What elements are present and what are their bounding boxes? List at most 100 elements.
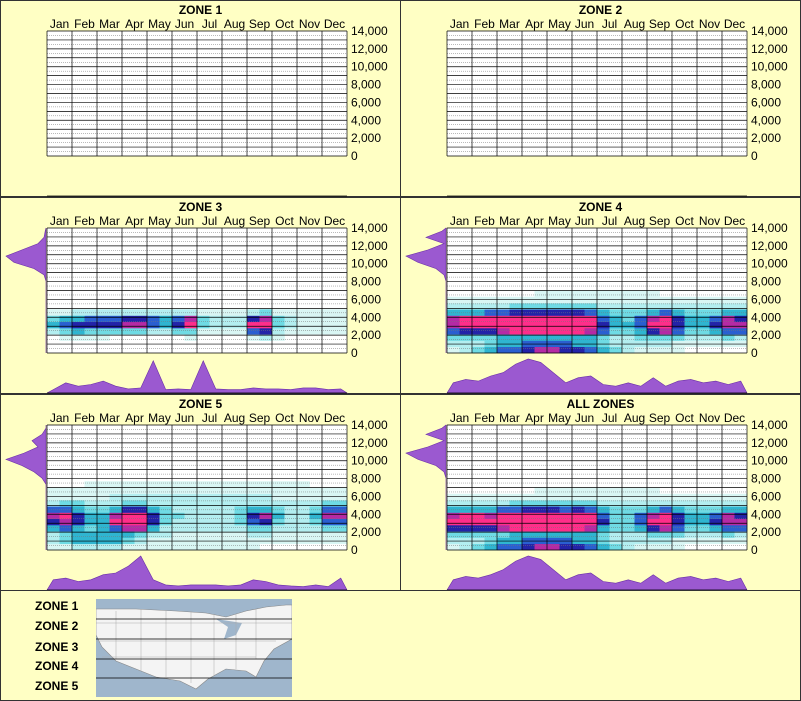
month-tick-label: Jul — [602, 214, 617, 228]
heatmap-cell — [609, 506, 623, 513]
heatmap-cell — [559, 346, 573, 354]
heatmap-cell — [222, 328, 235, 335]
heatmap-cell — [684, 493, 698, 501]
heatmap-cell — [447, 525, 460, 532]
heatmap-cell — [634, 543, 648, 551]
heatmap-cell — [297, 321, 310, 329]
heatmap-cell — [184, 506, 198, 513]
heatmap-cell — [484, 309, 498, 316]
heatmap-cell — [334, 506, 348, 513]
heatmap-cell — [734, 506, 748, 513]
heatmap-cell — [634, 506, 648, 513]
heatmap-cell — [272, 487, 285, 495]
heatmap-cell — [234, 518, 248, 526]
heatmap-cell — [47, 315, 60, 323]
heatmap-cell — [159, 506, 173, 513]
heatmap-cell — [709, 525, 723, 532]
heatmap-cell — [472, 493, 485, 501]
heatmap-cell — [222, 506, 235, 513]
month-tick-label: Jun — [175, 214, 194, 228]
month-tick-label: Jan — [450, 214, 469, 228]
heatmap-cell — [559, 296, 573, 304]
heatmap-cell — [109, 309, 123, 316]
heatmap-cell — [334, 328, 348, 335]
heatmap-cell — [47, 512, 60, 520]
heatmap-cell — [509, 309, 523, 316]
heatmap-cell — [497, 321, 510, 329]
heatmap-cell — [172, 525, 185, 532]
heatmap-cell — [84, 512, 98, 520]
heatmap-cell — [609, 346, 623, 354]
heatmap-cell — [609, 296, 623, 304]
heatmap-cell — [284, 487, 298, 495]
month-tick-label: Jun — [175, 17, 194, 31]
month-tick-label: Aug — [224, 214, 245, 228]
heatmap-cell — [47, 487, 60, 495]
heatmap-cell — [222, 518, 235, 526]
heatmap-cell — [197, 309, 210, 316]
y-tick-label: 8,000 — [351, 275, 381, 289]
heatmap-cell — [472, 518, 485, 526]
heatmap-cell — [647, 290, 660, 298]
heatmap-cell — [222, 525, 235, 532]
heatmap-cell — [259, 506, 273, 513]
y-tick-label: 2,000 — [751, 328, 781, 342]
heatmap-cell — [584, 506, 598, 513]
heatmap-cell — [484, 328, 498, 335]
heatmap-cell — [334, 309, 348, 316]
heatmap-cell — [672, 493, 685, 501]
heatmap-cell — [272, 525, 285, 532]
heatmap-cell — [459, 543, 473, 551]
heatmap-cell — [247, 525, 260, 532]
heatmap-cell — [597, 290, 610, 298]
heatmap-cell — [647, 543, 660, 551]
heatmap-cell — [134, 309, 148, 316]
heatmap-cell — [247, 481, 260, 488]
heatmap-cell — [634, 296, 648, 304]
heatmap-cell — [484, 493, 498, 501]
heatmap-cell — [47, 543, 60, 551]
heatmap-cell — [72, 518, 85, 526]
month-tick-label: Oct — [275, 411, 294, 425]
heatmap-cell — [534, 296, 548, 304]
heatmap-cell — [472, 309, 485, 316]
heatmap-cell — [147, 506, 160, 513]
heatmap-cell — [709, 493, 723, 501]
monthly-profile — [46, 359, 349, 394]
heatmap-cell — [122, 506, 135, 513]
month-tick-label: Sep — [649, 17, 671, 31]
heatmap-cell — [234, 328, 248, 335]
heatmap-cell — [197, 328, 210, 335]
heatmap-cell — [547, 290, 560, 298]
heatmap-cell — [97, 481, 110, 488]
month-tick-label: Apr — [525, 17, 544, 31]
heatmap-cell — [234, 321, 248, 329]
heatmap-cell — [209, 543, 223, 551]
month-tick-label: Apr — [125, 411, 144, 425]
y-tick-label: 10,000 — [351, 257, 388, 271]
heatmap-cell — [459, 518, 473, 526]
heatmap-cell — [97, 321, 110, 329]
heatmap-cell — [697, 525, 710, 532]
heatmap-cell — [584, 487, 598, 495]
y-tick-label: 4,000 — [751, 507, 781, 521]
heatmap-cell — [497, 346, 510, 354]
chart-panel-zone-5: ZONE 5 Jan Feb Mar Apr May Jun Jul Aug Sep Oct Nov… — [0, 394, 401, 591]
monthly-profile — [446, 358, 748, 394]
heatmap-cell — [622, 321, 635, 329]
heatmap-cell — [647, 321, 660, 329]
heatmap-cell — [209, 481, 223, 488]
heatmap-cell — [272, 512, 285, 520]
heatmap-cell — [559, 321, 573, 329]
heatmap-cell — [284, 321, 298, 329]
heatmap-cell — [172, 487, 185, 495]
heatmap-cell — [284, 525, 298, 532]
heatmap-cell — [447, 321, 460, 329]
heatmap-cell — [659, 512, 673, 520]
heatmap-cell — [497, 309, 510, 316]
heatmap-cell — [709, 506, 723, 513]
heatmap-cell — [622, 296, 635, 304]
heatmap-cell — [209, 315, 223, 323]
heatmap-cell — [197, 487, 210, 495]
heatmap-cell — [134, 525, 148, 532]
